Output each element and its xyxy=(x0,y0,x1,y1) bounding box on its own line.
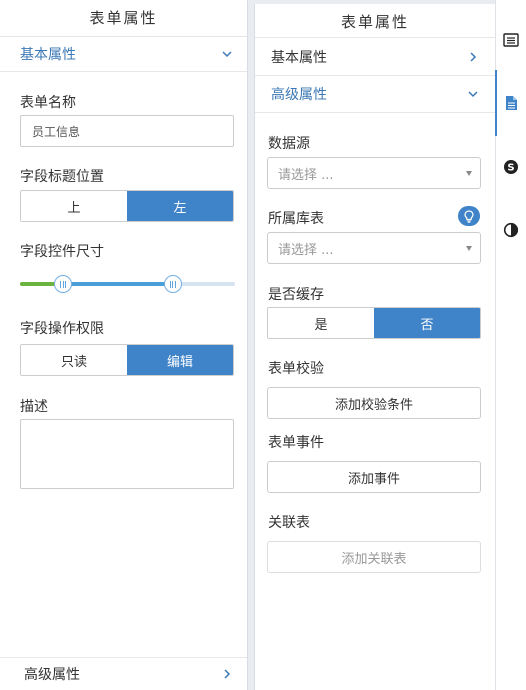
left-advanced-section-header[interactable]: 高级属性 xyxy=(0,657,247,690)
right-icon-sidebar: S xyxy=(495,0,526,690)
lightbulb-icon[interactable] xyxy=(458,206,480,226)
form-name-input[interactable]: 员工信息 xyxy=(20,115,234,147)
sidebar-active-indicator xyxy=(495,70,497,136)
right-basic-section-label: 基本属性 xyxy=(271,49,327,66)
add-validation-button[interactable]: 添加校验条件 xyxy=(267,387,481,419)
right-advanced-section-label: 高级属性 xyxy=(271,87,327,103)
control-size-label: 字段控件尺寸 xyxy=(20,244,104,260)
svg-text:S: S xyxy=(507,163,514,174)
library-select[interactable]: 请选择 ... xyxy=(267,232,481,264)
library-placeholder: 请选择 ... xyxy=(278,242,334,258)
left-advanced-section-label: 高级属性 xyxy=(24,667,80,683)
cache-yes-option[interactable]: 是 xyxy=(268,308,374,338)
skype-icon[interactable]: S xyxy=(502,158,520,176)
right-advanced-section-header[interactable]: 高级属性 xyxy=(255,75,495,113)
chevron-right-icon xyxy=(470,51,477,62)
left-panel-title: 表单属性 xyxy=(0,0,247,37)
cache-label: 是否缓存 xyxy=(268,287,324,303)
datasource-label: 数据源 xyxy=(268,136,310,152)
list-panel-icon[interactable] xyxy=(502,31,520,49)
permission-readonly-option[interactable]: 只读 xyxy=(21,345,127,375)
slider-track-range xyxy=(63,282,173,286)
slider-handle-low[interactable] xyxy=(54,275,72,293)
permission-toggle[interactable]: 只读 编辑 xyxy=(20,344,234,376)
right-basic-section-header[interactable]: 基本属性 xyxy=(255,37,495,75)
form-name-label: 表单名称 xyxy=(20,95,76,111)
add-event-button[interactable]: 添加事件 xyxy=(267,461,481,493)
permission-edit-option[interactable]: 编辑 xyxy=(127,345,233,375)
slider-handle-high[interactable] xyxy=(163,275,182,293)
left-properties-panel: 表单属性 基本属性 表单名称 员工信息 字段标题位置 上 左 字段控件尺寸 字段… xyxy=(0,0,248,690)
left-basic-section-label: 基本属性 xyxy=(20,47,76,63)
right-properties-panel: 表单属性 基本属性 高级属性 数据源 请选择 ... 所属库表 请选择 ... … xyxy=(254,4,495,690)
chevron-right-icon xyxy=(224,669,231,679)
control-size-slider[interactable] xyxy=(20,274,235,294)
caret-down-icon xyxy=(466,245,472,251)
label-position-top-option[interactable]: 上 xyxy=(21,191,127,221)
description-label: 描述 xyxy=(20,399,48,415)
datasource-placeholder: 请选择 ... xyxy=(278,167,334,183)
chevron-down-icon xyxy=(222,51,232,58)
library-label: 所属库表 xyxy=(268,211,324,227)
events-label: 表单事件 xyxy=(268,435,324,451)
permission-label: 字段操作权限 xyxy=(20,321,104,337)
document-icon[interactable] xyxy=(502,94,520,112)
cache-no-option[interactable]: 否 xyxy=(374,308,480,338)
cache-toggle[interactable]: 是 否 xyxy=(267,307,481,339)
label-position-toggle[interactable]: 上 左 xyxy=(20,190,234,222)
related-table-label: 关联表 xyxy=(268,515,310,531)
right-panel-title: 表单属性 xyxy=(340,13,409,31)
label-position-label: 字段标题位置 xyxy=(20,169,104,185)
left-basic-section-header[interactable]: 基本属性 xyxy=(0,37,247,72)
contrast-icon[interactable] xyxy=(502,221,520,239)
chevron-down-icon xyxy=(468,91,478,98)
description-textarea[interactable] xyxy=(20,419,234,489)
validation-label: 表单校验 xyxy=(268,361,324,377)
datasource-select[interactable]: 请选择 ... xyxy=(267,157,481,189)
label-position-left-option[interactable]: 左 xyxy=(127,191,233,221)
caret-down-icon xyxy=(466,170,472,176)
add-related-table-button[interactable]: 添加关联表 xyxy=(267,541,481,573)
